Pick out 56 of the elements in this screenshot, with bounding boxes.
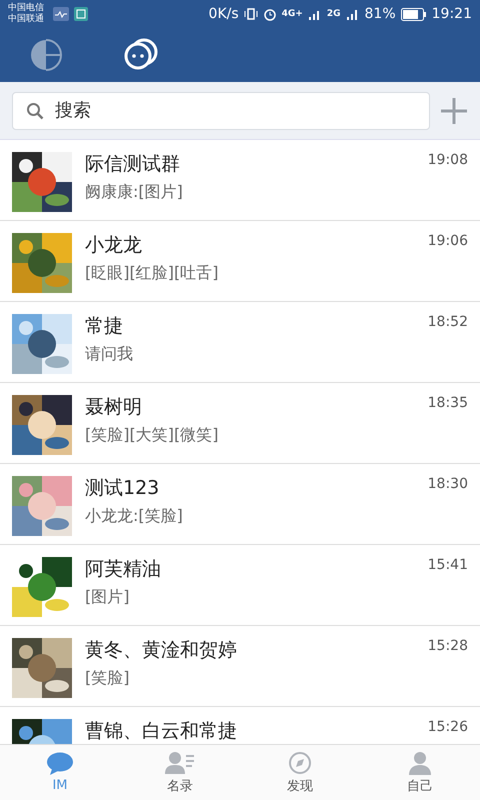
person-icon [408,750,432,774]
logo-icon [29,38,63,72]
clock: 19:21 [432,6,472,22]
contact-name: 小龙龙 [85,233,143,257]
search-field[interactable]: 搜索 [12,92,430,130]
conversation-item[interactable]: 际信测试群 阙康康:[图片] 19:08 [0,140,480,221]
last-message: [笑脸][大笑][微笑] [85,425,220,446]
image-icon [74,7,88,21]
contact-name: 常捷 [85,314,124,338]
message-time: 15:41 [428,557,468,573]
last-message: 阙康康:[图片] [85,182,184,203]
conversation-item[interactable]: 常捷 请问我 18:52 [0,302,480,383]
last-message: [笑脸] [85,668,130,689]
network-label: 4G+ [282,9,303,19]
health-icon [53,7,69,21]
battery-percent: 81% [364,6,396,22]
vibrate-icon [244,7,258,21]
contact-name: 聂树明 [85,395,143,419]
message-time: 15:26 [428,719,468,735]
compass-icon [288,750,312,774]
message-time: 18:35 [428,395,468,411]
message-time: 19:06 [428,233,468,249]
conversation-item[interactable]: 阿芙精油 [图片] 15:41 [0,545,480,626]
tab-item[interactable]: 发现 [240,745,360,800]
network-speed: 0K/s [208,6,239,22]
message-time: 19:08 [428,152,468,168]
network-label: 2G [326,9,341,19]
last-message: 请问我 [85,344,134,365]
chat-icon [46,752,74,776]
conversation-item[interactable]: 小龙龙 [眨眼][红脸][吐舌] 19:06 [0,221,480,302]
message-time: 18:30 [428,476,468,492]
last-message: 小龙龙:[笑脸] [85,506,184,527]
last-message: [图片] [85,587,130,608]
contact-name: 测试123 [85,476,160,500]
conversation-item[interactable]: 聂树明 [笑脸][大笑][微笑] 18:35 [0,383,480,464]
signal-icon [346,7,360,21]
conversation-item[interactable]: 测试123 小龙龙:[笑脸] 18:30 [0,464,480,545]
alarm-icon [262,7,277,21]
carrier-name: 中国联通 [8,14,44,25]
message-time: 18:52 [428,314,468,330]
contact-name: 黄冬、黄淦和贺婷 [85,638,238,662]
contact-name: 曹锦、白云和常捷 [85,719,238,743]
carrier-name: 中国电信 [8,3,44,14]
tab-item[interactable]: 名录 [120,745,240,800]
chat-icon [123,38,159,72]
contacts-icon [165,750,195,774]
conversation-item[interactable]: 黄冬、黄淦和贺婷 [笑脸] 15:28 [0,626,480,707]
battery-icon [400,8,427,20]
message-time: 15:28 [428,638,468,654]
contact-name: 阿芙精油 [85,557,162,581]
last-message: [眨眼][红脸][吐舌] [85,263,220,284]
contact-name: 际信测试群 [85,152,181,176]
tab-item[interactable]: 自己 [360,745,480,800]
add-button[interactable] [440,96,468,124]
plus-icon [440,96,468,124]
search-icon [26,102,44,120]
